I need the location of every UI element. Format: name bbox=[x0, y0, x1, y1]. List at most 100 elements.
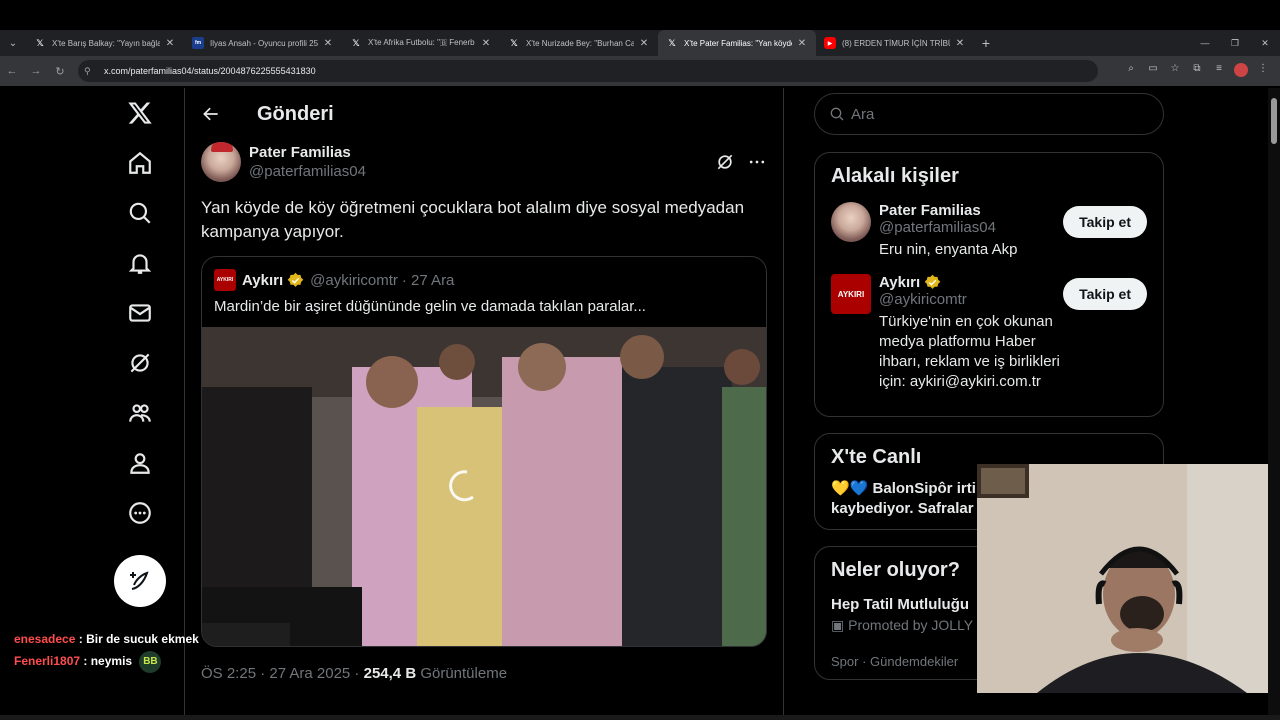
communities-icon[interactable] bbox=[112, 388, 168, 438]
chat-user: Fenerli1807 bbox=[14, 654, 81, 668]
tab-close-icon[interactable]: ✕ bbox=[954, 38, 966, 49]
quote-author-handle[interactable]: @aykiricomtr bbox=[310, 272, 398, 289]
promoted-icon: ▣ bbox=[831, 617, 845, 633]
tab-close-icon[interactable]: ✕ bbox=[322, 38, 334, 49]
x-page: Gönderi Pater Familias @paterfamilias04 … bbox=[0, 88, 1280, 720]
search-input[interactable]: Ara bbox=[814, 93, 1164, 135]
close-window-icon[interactable]: ✕ bbox=[1250, 30, 1280, 56]
x-icon: 𝕏 bbox=[352, 37, 360, 48]
tweet-text: Yan köyde de köy öğretmeni çocuklara bot… bbox=[201, 198, 745, 241]
minimize-icon[interactable]: — bbox=[1190, 30, 1220, 56]
new-tab-button[interactable]: + bbox=[974, 35, 998, 51]
menu-kebab-icon[interactable]: ⋮ bbox=[1252, 63, 1274, 80]
forward-icon[interactable]: → bbox=[24, 65, 48, 77]
grok-icon[interactable] bbox=[715, 152, 735, 172]
person-name[interactable]: Pater Familias bbox=[879, 202, 1063, 219]
x-icon: 𝕏 bbox=[36, 37, 44, 48]
notifications-bell-icon[interactable] bbox=[112, 238, 168, 288]
quote-date: · 27 Ara bbox=[401, 271, 455, 289]
browser-tab[interactable]: 𝕏 X'te Afrika Futbolu: "🇧 Fenerb ✕ bbox=[342, 30, 500, 56]
author-handle[interactable]: @paterfamilias04 bbox=[249, 162, 366, 181]
quote-author-name[interactable]: Aykırı bbox=[242, 272, 283, 289]
author-avatar[interactable] bbox=[201, 142, 241, 182]
explore-search-icon[interactable] bbox=[112, 188, 168, 238]
trend-promoted-text: Promoted by JOLLY bbox=[848, 617, 974, 633]
browser-tab[interactable]: 𝕏 X'te Barış Balkay: "Yayın bağlantı ✕ bbox=[26, 30, 184, 56]
browser-tab[interactable]: fm Ilyas Ansah - Oyuncu profili 25/ ✕ bbox=[184, 30, 342, 56]
person-name[interactable]: Aykırı bbox=[879, 274, 920, 291]
browser-tab-bar: ⌄ 𝕏 X'te Barış Balkay: "Yayın bağlantı ✕ fm… bbox=[0, 30, 1280, 56]
tweet-stats: ÖS 2:25 · 27 Ara 2025 · 254,4 B Görüntül… bbox=[185, 647, 783, 700]
post-header: Gönderi bbox=[185, 88, 783, 140]
related-person[interactable]: Pater Familias @paterfamilias04 Eru nin,… bbox=[831, 202, 1147, 260]
follow-button[interactable]: Takip et bbox=[1063, 206, 1147, 238]
address-bar-row: ← → ↻ ⚲ x.com/paterfamilias04/status/200… bbox=[0, 56, 1280, 86]
person-bio: Türkiye'nin en çok okunan medya platform… bbox=[879, 313, 1060, 390]
profile-avatar[interactable] bbox=[1230, 62, 1252, 80]
person-avatar[interactable] bbox=[831, 202, 871, 242]
views-label: Görüntüleme bbox=[420, 665, 508, 682]
search-icon bbox=[830, 107, 844, 121]
browser-actions: ⌕ ▭ ☆ ⧉ ≡ ⋮ bbox=[1120, 62, 1274, 80]
scroll-thumb[interactable] bbox=[1271, 98, 1277, 144]
aykiri-avatar[interactable]: AYKIRI bbox=[831, 274, 871, 314]
bookmark-star-icon[interactable]: ☆ bbox=[1164, 63, 1186, 80]
tab-close-icon[interactable]: ✕ bbox=[638, 38, 650, 49]
aykiri-logo: AYKIRI bbox=[214, 269, 236, 291]
taskbar-strip bbox=[0, 715, 1280, 720]
related-people-card: Alakalı kişiler Pater Familias @paterfam… bbox=[814, 152, 1164, 417]
channel-badge-icon: BB bbox=[139, 650, 162, 673]
related-people-title: Alakalı kişiler bbox=[831, 165, 959, 187]
person-bio: Eru nin, enyanta Akp bbox=[879, 241, 1018, 258]
person-handle[interactable]: @paterfamilias04 bbox=[879, 219, 1063, 236]
wedding-video-frame bbox=[202, 327, 766, 646]
search-placeholder: Ara bbox=[851, 105, 875, 123]
tab-title: X'te Nurizade Bey: "Burhan Can bbox=[526, 38, 634, 48]
page-scrollbar[interactable] bbox=[1268, 88, 1280, 715]
tweet-time[interactable]: ÖS 2:25 · 27 Ara 2025 · bbox=[201, 665, 359, 682]
reload-icon[interactable]: ↻ bbox=[48, 65, 72, 78]
cast-icon[interactable]: ▭ bbox=[1142, 63, 1164, 80]
tab-search-chevron-icon[interactable]: ⌄ bbox=[0, 30, 26, 56]
url-field[interactable]: ⚲ x.com/paterfamilias04/status/200487622… bbox=[78, 60, 1098, 82]
back-arrow-icon[interactable] bbox=[201, 104, 221, 124]
window-top-strip bbox=[0, 0, 1280, 28]
more-circle-icon[interactable] bbox=[112, 488, 168, 538]
quote-text: Mardin’de bir aşiret düğününde gelin ve … bbox=[214, 298, 646, 315]
more-options-icon[interactable] bbox=[747, 152, 767, 172]
profile-person-icon[interactable] bbox=[112, 438, 168, 488]
messages-envelope-icon[interactable] bbox=[112, 288, 168, 338]
back-icon[interactable]: ← bbox=[0, 65, 24, 77]
tweet-author: Pater Familias @paterfamilias04 bbox=[185, 140, 783, 184]
extensions-icon[interactable]: ⧉ bbox=[1186, 63, 1208, 80]
window-controls: — ❐ ✕ bbox=[1190, 30, 1280, 56]
zoom-icon[interactable]: ⌕ bbox=[1120, 63, 1142, 80]
chat-message: Fenerli1807 : neymis BB bbox=[14, 650, 199, 673]
tab-close-icon[interactable]: ✕ bbox=[796, 38, 808, 49]
grok-icon[interactable] bbox=[112, 338, 168, 388]
url-text: x.com/paterfamilias04/status/20048762255… bbox=[104, 66, 316, 76]
follow-button[interactable]: Takip et bbox=[1063, 278, 1147, 310]
tab-close-icon[interactable]: ✕ bbox=[164, 38, 176, 49]
site-info-icon[interactable]: ⚲ bbox=[84, 66, 98, 77]
tab-close-icon[interactable]: ✕ bbox=[480, 38, 492, 49]
browser-tab[interactable]: 𝕏 X'te Pater Familias: "Yan köyde ✕ bbox=[658, 30, 816, 56]
chat-message: enesadece : Bir de sucuk ekmek bbox=[14, 628, 199, 650]
person-name-row: Aykırı bbox=[879, 274, 1063, 291]
home-icon[interactable] bbox=[112, 138, 168, 188]
chat-user: enesadece bbox=[14, 632, 76, 646]
quote-video[interactable] bbox=[202, 327, 766, 646]
compose-post-button[interactable] bbox=[114, 555, 166, 607]
browser-tab[interactable]: ▶ (8) ERDEN TİMUR İÇİN TRİBÜN ✕ bbox=[816, 30, 974, 56]
reading-list-icon[interactable]: ≡ bbox=[1208, 63, 1230, 80]
author-name[interactable]: Pater Familias bbox=[249, 143, 366, 162]
stream-chat: enesadece : Bir de sucuk ekmek Fenerli18… bbox=[14, 628, 199, 673]
youtube-icon: ▶ bbox=[824, 37, 836, 49]
person-handle[interactable]: @aykiricomtr bbox=[879, 291, 1063, 308]
quoted-tweet[interactable]: AYKIRI Aykırı @aykiricomtr · 27 Ara Mard… bbox=[201, 256, 767, 647]
related-person[interactable]: AYKIRI Aykırı @aykiricomtr Türkiye'nin e… bbox=[831, 274, 1147, 392]
x-logo-icon[interactable] bbox=[112, 88, 168, 138]
tab-title: X'te Barış Balkay: "Yayın bağlantı bbox=[52, 38, 160, 48]
restore-icon[interactable]: ❐ bbox=[1220, 30, 1250, 56]
browser-tab[interactable]: 𝕏 X'te Nurizade Bey: "Burhan Can ✕ bbox=[500, 30, 658, 56]
